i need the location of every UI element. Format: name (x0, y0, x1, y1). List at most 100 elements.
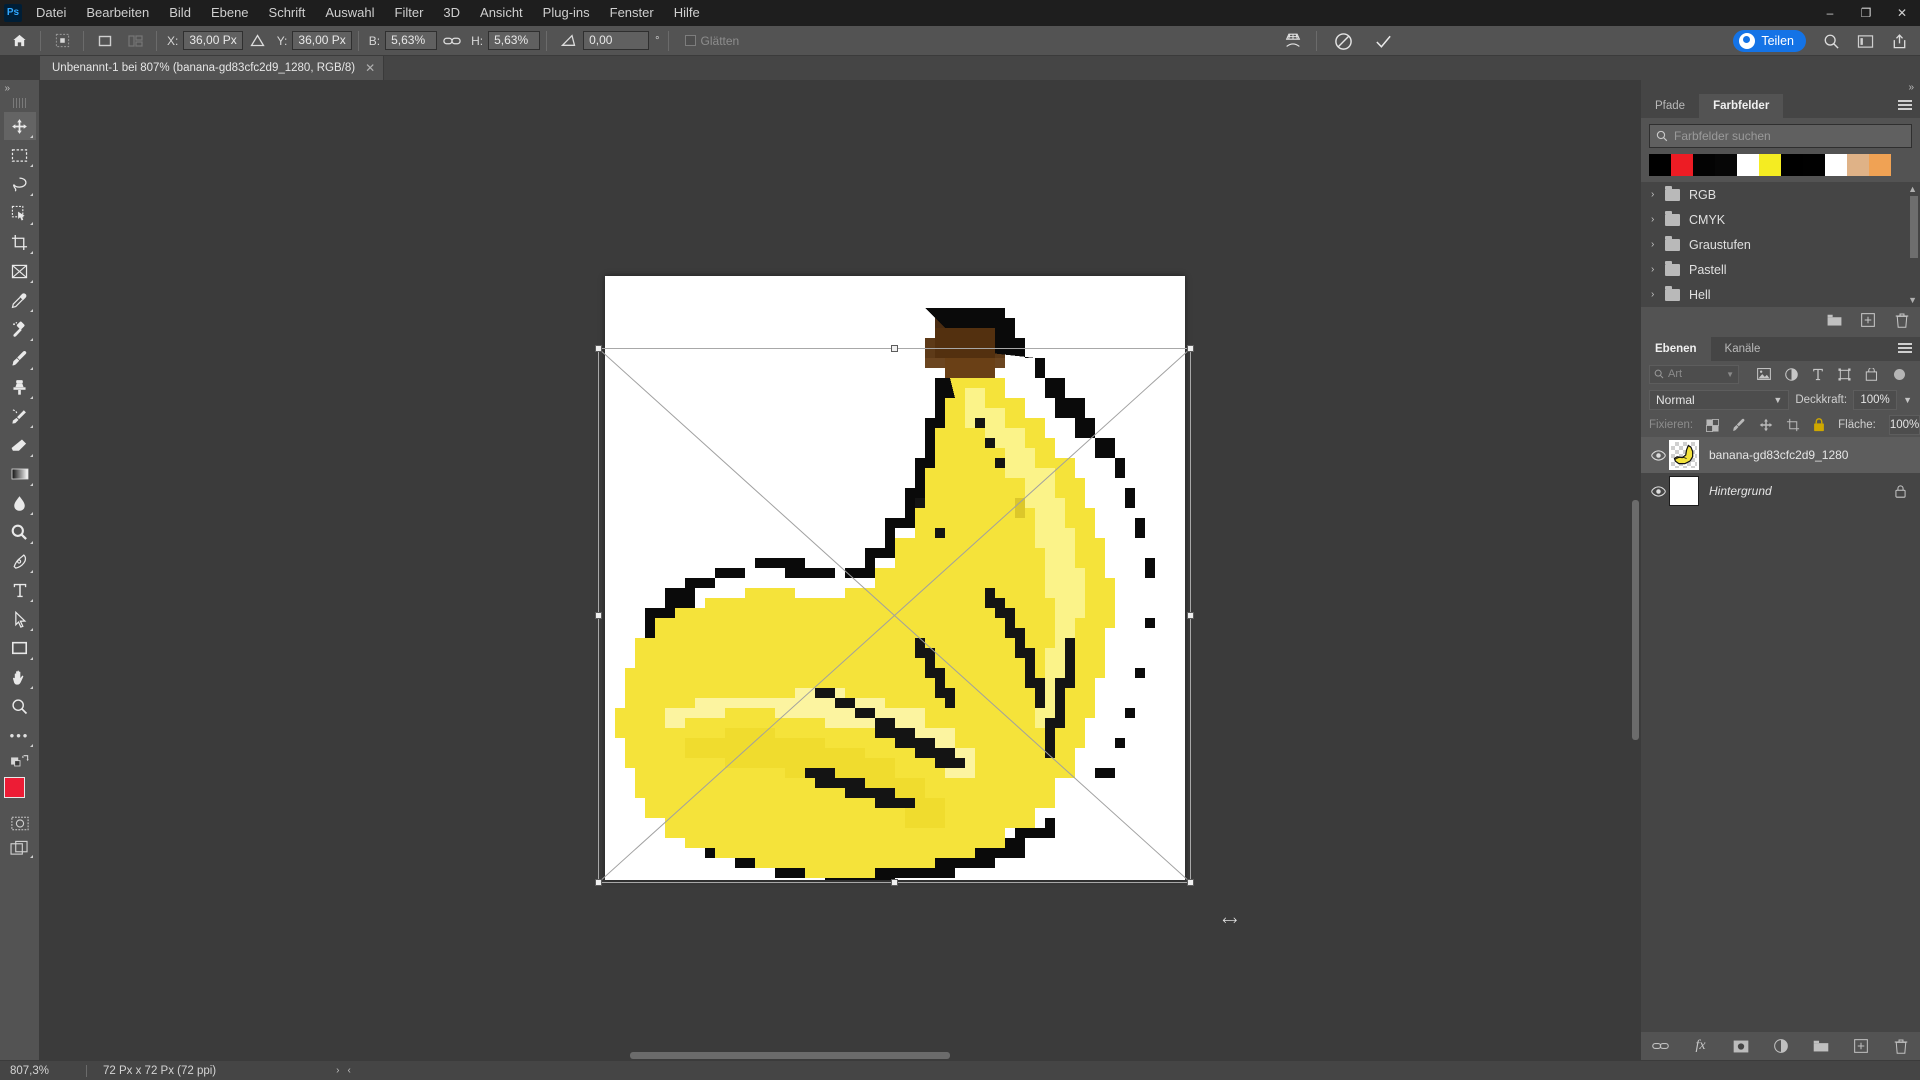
layer-row[interactable]: Hintergrund (1641, 473, 1920, 509)
opacity-input[interactable]: 100% (1853, 390, 1898, 410)
menu-bild[interactable]: Bild (159, 0, 201, 26)
layer-visibility-icon[interactable] (1647, 449, 1669, 461)
lock-transparent-pixels-icon[interactable] (1706, 418, 1720, 432)
fill-input[interactable]: 100% (1888, 415, 1920, 435)
minimize-button[interactable]: – (1812, 0, 1848, 26)
zoom-level[interactable]: 807,3% (0, 1065, 80, 1077)
canvas-horizontal-scrollbar-thumb[interactable] (630, 1052, 950, 1059)
swatch-group-graustufen[interactable]: › Graustufen (1641, 232, 1920, 257)
lasso-tool[interactable] (4, 170, 36, 198)
gradient-tool[interactable] (4, 460, 36, 488)
new-swatch-icon[interactable] (1860, 312, 1876, 328)
type-filter-icon[interactable] (1812, 368, 1824, 381)
layer-name[interactable]: Hintergrund (1709, 484, 1772, 498)
pen-tool[interactable] (4, 547, 36, 575)
tab-ebenen[interactable]: Ebenen (1641, 337, 1711, 361)
maximize-button[interactable]: ❐ (1848, 0, 1884, 26)
foreground-color-swatch[interactable] (3, 777, 25, 798)
layer-lock-icon[interactable] (1895, 484, 1906, 498)
menu-ansicht[interactable]: Ansicht (470, 0, 533, 26)
layer-style-icon[interactable]: fx (1692, 1037, 1710, 1055)
brush-tool[interactable] (4, 344, 36, 372)
menu-plugins[interactable]: Plug-ins (533, 0, 600, 26)
chevron-right-icon[interactable]: › (1651, 239, 1665, 250)
adjustment-filter-icon[interactable] (1785, 367, 1798, 381)
smart-object-filter-icon[interactable] (1865, 367, 1878, 381)
reference-point-icon[interactable] (47, 28, 77, 54)
export-icon[interactable] (1882, 28, 1916, 54)
tab-kanaele[interactable]: Kanäle (1711, 337, 1775, 361)
layer-list[interactable]: banana-gd83cfc2d9_1280 Hintergrund (1641, 437, 1920, 1032)
layers-panel-menu-icon[interactable] (1898, 343, 1912, 355)
lock-all-icon[interactable] (1813, 418, 1825, 432)
swatch-list-scrollbar-thumb[interactable] (1910, 196, 1918, 258)
menu-3d[interactable]: 3D (433, 0, 470, 26)
swatch-groups-list[interactable]: › RGB › CMYK › Graustufen › Pastell › He… (1641, 182, 1920, 307)
eraser-tool[interactable] (4, 431, 36, 459)
menu-filter[interactable]: Filter (385, 0, 434, 26)
chevron-right-icon[interactable]: › (1651, 289, 1665, 300)
document-tab[interactable]: Unbenannt-1 bei 807% (banana-gd83cfc2d9_… (40, 56, 385, 80)
swatch-group-pastell[interactable]: › Pastell (1641, 257, 1920, 282)
hand-tool[interactable] (4, 663, 36, 691)
edit-toolbar-button[interactable]: ••• (4, 721, 36, 749)
rectangle-tool[interactable] (4, 634, 36, 662)
menu-bearbeiten[interactable]: Bearbeiten (76, 0, 159, 26)
tab-farbfelder[interactable]: Farbfelder (1699, 94, 1784, 118)
swatch-cell[interactable] (1671, 154, 1693, 176)
smooth-checkbox[interactable]: Glätten (684, 34, 739, 48)
layer-name[interactable]: banana-gd83cfc2d9_1280 (1709, 448, 1848, 462)
lock-image-pixels-icon[interactable] (1732, 418, 1746, 432)
swatch-search-input[interactable] (1674, 129, 1905, 143)
swatch-cell[interactable] (1737, 154, 1759, 176)
move-tool[interactable] (3, 112, 36, 140)
swatch-cell[interactable] (1803, 154, 1825, 176)
transform-handle-bottom-center[interactable] (890, 879, 898, 886)
transform-handle-top-left[interactable] (595, 345, 602, 352)
tab-pfade[interactable]: Pfade (1641, 94, 1699, 118)
layer-row[interactable]: banana-gd83cfc2d9_1280 (1641, 437, 1920, 473)
status-prev-icon[interactable]: ‹ (348, 1065, 351, 1076)
image-filter-icon[interactable] (1757, 368, 1771, 380)
delete-layer-icon[interactable] (1892, 1037, 1910, 1055)
angle-input[interactable]: 0,00 (583, 31, 650, 50)
chevron-right-icon[interactable]: › (1651, 189, 1665, 200)
quick-mask-icon[interactable] (4, 811, 36, 835)
transform-handle-bottom-right[interactable] (1187, 879, 1194, 886)
clone-stamp-tool[interactable] (4, 373, 36, 401)
swatch-cell[interactable] (1715, 154, 1737, 176)
smooth-checkbox-box[interactable] (684, 35, 696, 46)
toolbar-grip[interactable] (12, 98, 27, 108)
menu-schrift[interactable]: Schrift (259, 0, 316, 26)
home-icon[interactable] (4, 28, 34, 54)
toolbar-collapse-button[interactable]: » (0, 80, 40, 96)
warp-icon[interactable] (1276, 28, 1310, 54)
menu-fenster[interactable]: Fenster (600, 0, 664, 26)
swatch-group-hell[interactable]: › Hell (1641, 282, 1920, 307)
canvas-area[interactable]: ⤡ (40, 80, 1640, 1060)
rectangular-marquee-tool[interactable] (4, 141, 36, 169)
swatches-panel-menu-icon[interactable] (1898, 100, 1912, 112)
share-button[interactable]: Teilen (1733, 30, 1806, 52)
transform-handle-middle-right[interactable] (1187, 611, 1194, 619)
zoom-tool[interactable] (4, 692, 36, 720)
shape-filter-icon[interactable] (1838, 367, 1851, 381)
status-next-icon[interactable]: › (336, 1065, 339, 1076)
new-group-icon[interactable] (1812, 1037, 1830, 1055)
swatch-cell[interactable] (1825, 154, 1847, 176)
crop-tool[interactable] (4, 228, 36, 256)
delete-swatch-icon[interactable] (1894, 312, 1910, 328)
cancel-transform-icon[interactable] (1323, 28, 1363, 54)
screen-mode-icon[interactable] (4, 836, 36, 860)
y-input[interactable]: 36,00 Px (292, 31, 352, 50)
swatch-cell[interactable] (1759, 154, 1781, 176)
swatch-group-cmyk[interactable]: › CMYK (1641, 207, 1920, 232)
link-icon[interactable] (437, 28, 467, 54)
document-canvas[interactable] (605, 276, 1185, 880)
swatch-group-rgb[interactable]: › RGB (1641, 182, 1920, 207)
scroll-up-icon[interactable]: ▲ (1908, 184, 1917, 194)
quick-selection-tool[interactable] (4, 199, 36, 227)
transform-handle-middle-left[interactable] (595, 611, 602, 619)
workspace-icon[interactable] (1848, 28, 1882, 54)
chevron-right-icon[interactable]: › (1651, 264, 1665, 275)
